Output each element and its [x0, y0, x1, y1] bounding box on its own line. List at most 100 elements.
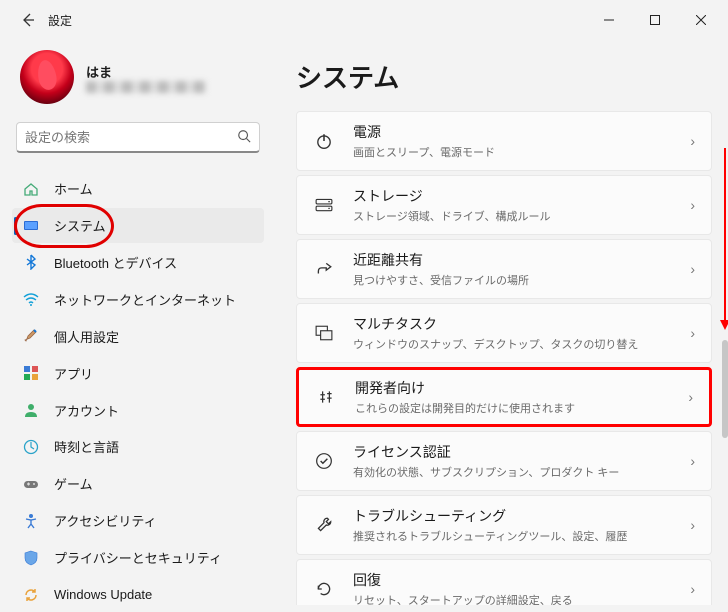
nav-label: 時刻と言語: [54, 437, 119, 456]
card-recovery[interactable]: 回復 リセット、スタートアップの詳細設定、戻る ›: [296, 559, 712, 605]
nav-personalization[interactable]: 個人用設定: [12, 319, 264, 354]
nav-label: システム: [54, 216, 106, 235]
chevron-right-icon: ›: [688, 389, 693, 405]
card-desc: 画面とスリープ、電源モード: [353, 144, 672, 160]
card-title: 回復: [353, 570, 672, 590]
nav-label: アクセシビリティ: [54, 511, 157, 530]
nav-list: ホーム システム Bluetooth とデバイス ネットワークとインターネット …: [12, 171, 264, 612]
back-button[interactable]: [14, 6, 42, 34]
card-activation[interactable]: ライセンス認証 有効化の状態、サブスクリプション、プロダクト キー ›: [296, 431, 712, 491]
nav-label: アカウント: [54, 401, 119, 420]
multitask-icon: [313, 324, 335, 342]
card-title: トラブルシューティング: [353, 506, 672, 526]
chevron-right-icon: ›: [690, 197, 695, 213]
wifi-icon: [22, 290, 40, 308]
nav-label: プライバシーとセキュリティ: [54, 548, 222, 567]
recovery-icon: [313, 580, 335, 598]
update-icon: [22, 586, 40, 604]
card-title: 開発者向け: [355, 378, 670, 398]
profile-block[interactable]: はま: [12, 40, 264, 122]
maximize-button[interactable]: [632, 4, 678, 36]
card-desc: 有効化の状態、サブスクリプション、プロダクト キー: [353, 464, 672, 480]
main-panel: システム 電源 画面とスリープ、電源モード › ストレージ ストレージ領域、ドラ…: [272, 40, 728, 612]
chevron-right-icon: ›: [690, 261, 695, 277]
profile-name: はま: [86, 62, 206, 81]
nav-time-language[interactable]: 時刻と言語: [12, 430, 264, 465]
card-nearby[interactable]: 近距離共有 見つけやすさ、受信ファイルの場所 ›: [296, 239, 712, 299]
page-heading: システム: [296, 58, 712, 95]
bluetooth-icon: [22, 253, 40, 271]
sidebar: はま ホーム システム Bluetooth とデバイス: [0, 40, 272, 612]
card-desc: ウィンドウのスナップ、デスクトップ、タスクの切り替え: [353, 336, 672, 352]
developer-icon: [315, 388, 337, 406]
nav-home[interactable]: ホーム: [12, 171, 264, 206]
nav-windows-update[interactable]: Windows Update: [12, 577, 264, 612]
nav-accessibility[interactable]: アクセシビリティ: [12, 503, 264, 538]
nav-gaming[interactable]: ゲーム: [12, 466, 264, 501]
power-icon: [313, 132, 335, 150]
card-desc: リセット、スタートアップの詳細設定、戻る: [353, 592, 672, 605]
card-troubleshoot[interactable]: トラブルシューティング 推奨されるトラブルシューティングツール、設定、履歴 ›: [296, 495, 712, 555]
share-icon: [313, 260, 335, 278]
nav-system[interactable]: システム: [12, 208, 264, 243]
nav-bluetooth[interactable]: Bluetooth とデバイス: [12, 245, 264, 280]
arrow-left-icon: [20, 12, 36, 28]
card-storage[interactable]: ストレージ ストレージ領域、ドライブ、構成ルール ›: [296, 175, 712, 235]
chevron-right-icon: ›: [690, 581, 695, 597]
search-icon: [237, 129, 251, 146]
card-title: 電源: [353, 122, 672, 142]
maximize-icon: [650, 15, 660, 25]
nav-accounts[interactable]: アカウント: [12, 393, 264, 428]
close-icon: [696, 15, 706, 25]
nav-label: Bluetooth とデバイス: [54, 253, 177, 272]
card-title: 近距離共有: [353, 250, 672, 270]
scrollbar[interactable]: [722, 340, 728, 438]
system-icon: [22, 217, 40, 235]
card-desc: 推奨されるトラブルシューティングツール、設定、履歴: [353, 528, 672, 544]
nav-label: アプリ: [54, 364, 93, 383]
nav-label: ゲーム: [54, 474, 93, 493]
card-developer[interactable]: 開発者向け これらの設定は開発目的だけに使用されます ›: [296, 367, 712, 427]
apps-icon: [22, 364, 40, 382]
search-input[interactable]: [25, 130, 237, 145]
globe-clock-icon: [22, 438, 40, 456]
nav-privacy[interactable]: プライバシーとセキュリティ: [12, 540, 264, 575]
chevron-right-icon: ›: [690, 325, 695, 341]
card-desc: 見つけやすさ、受信ファイルの場所: [353, 272, 672, 288]
card-power[interactable]: 電源 画面とスリープ、電源モード ›: [296, 111, 712, 171]
profile-sub: [86, 81, 206, 93]
minimize-icon: [604, 15, 614, 25]
card-title: ライセンス認証: [353, 442, 672, 462]
storage-icon: [313, 196, 335, 214]
card-title: ストレージ: [353, 186, 672, 206]
nav-label: Windows Update: [54, 587, 152, 602]
annotation-arrow: [724, 148, 726, 328]
window-title: 設定: [48, 12, 72, 29]
minimize-button[interactable]: [586, 4, 632, 36]
card-desc: ストレージ領域、ドライブ、構成ルール: [353, 208, 672, 224]
check-icon: [313, 452, 335, 470]
accessibility-icon: [22, 512, 40, 530]
home-icon: [22, 180, 40, 198]
chevron-right-icon: ›: [690, 133, 695, 149]
titlebar: 設定: [0, 0, 728, 40]
shield-icon: [22, 549, 40, 567]
nav-label: ネットワークとインターネット: [54, 290, 236, 309]
nav-network[interactable]: ネットワークとインターネット: [12, 282, 264, 317]
nav-apps[interactable]: アプリ: [12, 356, 264, 391]
wrench-icon: [313, 516, 335, 534]
card-title: マルチタスク: [353, 314, 672, 334]
brush-icon: [22, 327, 40, 345]
close-button[interactable]: [678, 4, 724, 36]
avatar: [20, 50, 74, 104]
chevron-right-icon: ›: [690, 453, 695, 469]
nav-label: 個人用設定: [54, 327, 119, 346]
account-icon: [22, 401, 40, 419]
settings-list: 電源 画面とスリープ、電源モード › ストレージ ストレージ領域、ドライブ、構成…: [296, 111, 712, 605]
nav-label: ホーム: [54, 179, 93, 198]
chevron-right-icon: ›: [690, 517, 695, 533]
card-multitask[interactable]: マルチタスク ウィンドウのスナップ、デスクトップ、タスクの切り替え ›: [296, 303, 712, 363]
card-desc: これらの設定は開発目的だけに使用されます: [355, 400, 670, 416]
gamepad-icon: [22, 475, 40, 493]
search-box[interactable]: [16, 122, 260, 153]
